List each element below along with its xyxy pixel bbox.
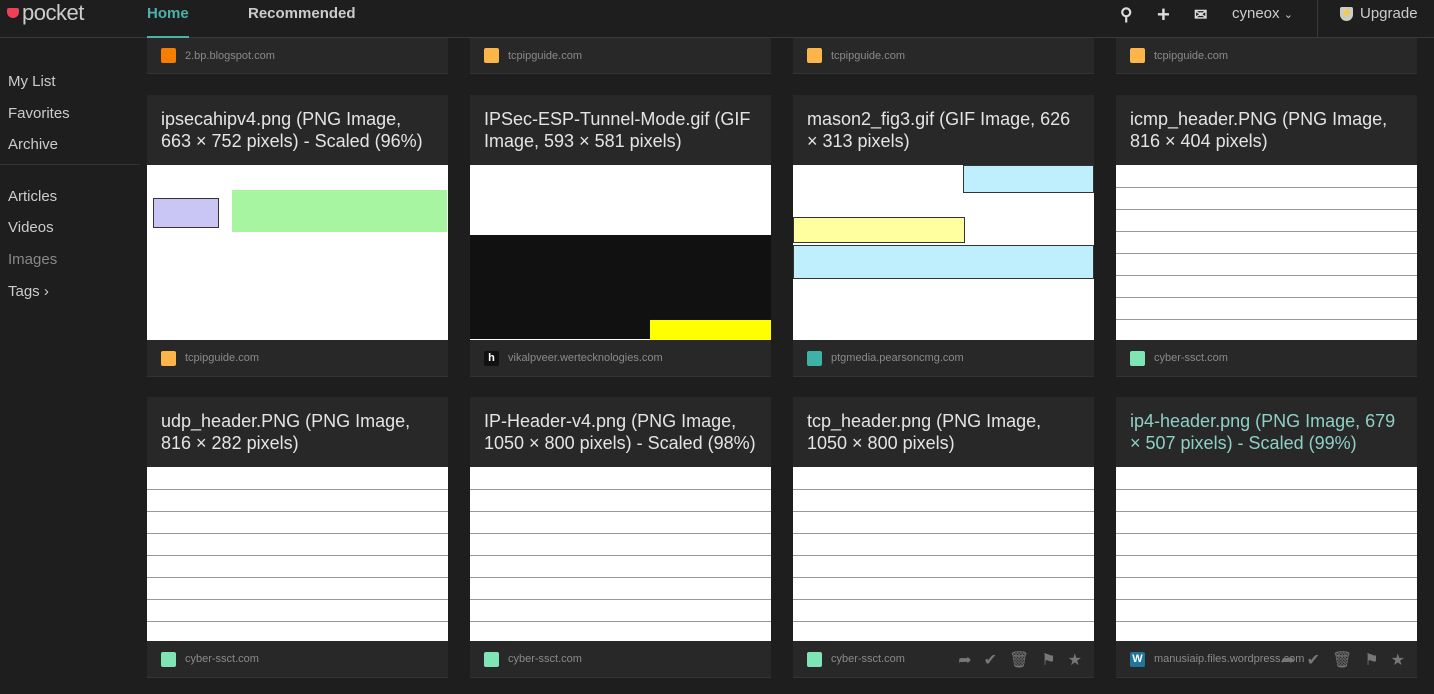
list-item[interactable]: tcpipguide.com xyxy=(470,38,771,74)
item-footer: cyber-ssct.com xyxy=(1116,340,1417,376)
item-thumbnail[interactable] xyxy=(147,467,448,641)
check-icon[interactable]: ✔ xyxy=(1307,650,1320,670)
sidebar-item-images[interactable]: Images xyxy=(8,251,57,268)
list-item[interactable]: udp_header.PNG (PNG Image, 816 × 282 pix… xyxy=(147,397,448,678)
item-source[interactable]: vikalpveer.wertecknologies.com xyxy=(508,352,663,364)
trash-icon[interactable]: 🗑 xyxy=(1009,650,1029,670)
item-thumbnail[interactable] xyxy=(470,165,771,340)
star-icon[interactable]: ★ xyxy=(1068,650,1082,670)
sidebar-item-my-list[interactable]: My List xyxy=(8,73,56,90)
pocket-logo[interactable]: pocket xyxy=(7,0,84,26)
item-title[interactable]: IPSec-ESP-Tunnel-Mode.gif (GIF Image, 59… xyxy=(470,95,771,165)
favicon-icon: h xyxy=(484,350,499,366)
tab-home[interactable]: Home xyxy=(147,0,189,38)
item-footer: tcpipguide.com xyxy=(147,340,448,376)
list-item[interactable]: IP-Header-v4.png (PNG Image, 1050 × 800 … xyxy=(470,397,771,678)
plus-icon[interactable]: + xyxy=(1157,2,1170,28)
item-thumbnail[interactable] xyxy=(793,467,1094,641)
pocket-icon xyxy=(7,8,19,18)
item-source[interactable]: ptgmedia.pearsoncmg.com xyxy=(831,352,964,364)
top-bar: pocket Home Recommended ⚲ + ✉ cyneox ⌄ ⚡… xyxy=(0,0,1434,38)
item-thumbnail[interactable] xyxy=(793,165,1094,340)
tag-icon[interactable]: ⚑ xyxy=(1041,650,1055,670)
favicon-icon xyxy=(1130,350,1145,366)
item-source[interactable]: tcpipguide.com xyxy=(508,50,582,62)
sidebar-item-favorites[interactable]: Favorites xyxy=(8,105,70,122)
trash-icon[interactable]: 🗑 xyxy=(1332,650,1352,670)
item-thumbnail[interactable] xyxy=(1116,467,1417,641)
item-footer: cyber-ssct.com xyxy=(147,641,448,677)
list-item[interactable]: icmp_header.PNG (PNG Image, 816 × 404 pi… xyxy=(1116,95,1417,377)
favicon-icon xyxy=(807,651,822,667)
favicon-icon xyxy=(1130,48,1145,63)
item-thumbnail[interactable] xyxy=(1116,165,1417,340)
item-footer: ptgmedia.pearsoncmg.com xyxy=(793,340,1094,376)
item-title[interactable]: tcp_header.png (PNG Image, 1050 × 800 pi… xyxy=(793,397,1094,467)
list-item[interactable]: ipsecahipv4.png (PNG Image, 663 × 752 pi… xyxy=(147,95,448,377)
list-item[interactable]: 2.bp.blogspot.com xyxy=(147,38,448,74)
tag-icon[interactable]: ⚑ xyxy=(1364,650,1378,670)
favicon-icon xyxy=(161,48,176,63)
item-source[interactable]: cyber-ssct.com xyxy=(1154,352,1228,364)
item-thumbnail[interactable] xyxy=(470,467,771,641)
item-footer: h vikalpveer.wertecknologies.com xyxy=(470,340,771,376)
share-icon[interactable]: ➦ xyxy=(1281,650,1294,670)
item-source[interactable]: 2.bp.blogspot.com xyxy=(185,50,275,62)
upgrade-button[interactable]: ⚡ Upgrade xyxy=(1340,5,1418,22)
divider xyxy=(1317,0,1318,38)
item-source[interactable]: cyber-ssct.com xyxy=(831,653,905,665)
sidebar-item-tags[interactable]: Tags › xyxy=(8,283,49,300)
item-footer: Wmanusiaip.files.wordpress.com ➦ ✔ 🗑 ⚑ ★ xyxy=(1116,641,1417,677)
item-source[interactable]: tcpipguide.com xyxy=(831,50,905,62)
favicon-icon xyxy=(484,651,499,667)
share-icon[interactable]: ➦ xyxy=(958,650,971,670)
favicon-icon xyxy=(807,48,822,63)
favicon-icon xyxy=(161,651,176,667)
sidebar-divider xyxy=(0,164,140,165)
item-footer: cyber-ssct.com xyxy=(470,641,771,677)
item-source[interactable]: tcpipguide.com xyxy=(185,352,259,364)
mail-icon[interactable]: ✉ xyxy=(1194,5,1207,25)
list-item[interactable]: tcpipguide.com xyxy=(793,38,1094,74)
favicon-icon xyxy=(484,48,499,63)
item-title[interactable]: IP-Header-v4.png (PNG Image, 1050 × 800 … xyxy=(470,397,771,467)
item-source[interactable]: cyber-ssct.com xyxy=(508,653,582,665)
check-icon[interactable]: ✔ xyxy=(984,650,997,670)
item-title[interactable]: ipsecahipv4.png (PNG Image, 663 × 752 pi… xyxy=(147,95,448,165)
item-title[interactable]: icmp_header.PNG (PNG Image, 816 × 404 pi… xyxy=(1116,95,1417,165)
chevron-down-icon: ⌄ xyxy=(1283,9,1293,21)
item-thumbnail[interactable] xyxy=(147,165,448,340)
list-item[interactable]: mason2_fig3.gif (GIF Image, 626 × 313 pi… xyxy=(793,95,1094,377)
sidebar-item-articles[interactable]: Articles xyxy=(8,188,57,205)
list-item[interactable]: tcp_header.png (PNG Image, 1050 × 800 pi… xyxy=(793,397,1094,678)
item-title[interactable]: udp_header.PNG (PNG Image, 816 × 282 pix… xyxy=(147,397,448,467)
chevron-right-icon: › xyxy=(43,283,49,300)
favicon-icon xyxy=(807,350,822,366)
shield-icon: ⚡ xyxy=(1340,6,1353,21)
item-source[interactable]: cyber-ssct.com xyxy=(185,653,259,665)
list-item[interactable]: tcpipguide.com xyxy=(1116,38,1417,74)
item-footer: tcpipguide.com xyxy=(470,38,771,73)
item-footer: 2.bp.blogspot.com xyxy=(147,38,448,73)
item-title[interactable]: mason2_fig3.gif (GIF Image, 626 × 313 pi… xyxy=(793,95,1094,165)
star-icon[interactable]: ★ xyxy=(1391,650,1405,670)
sidebar-item-videos[interactable]: Videos xyxy=(8,219,54,236)
item-footer: tcpipguide.com xyxy=(1116,38,1417,73)
item-actions: ➦ ✔ 🗑 ⚑ ★ xyxy=(1281,650,1405,670)
list-item[interactable]: IPSec-ESP-Tunnel-Mode.gif (GIF Image, 59… xyxy=(470,95,771,377)
favicon-icon xyxy=(161,350,176,366)
item-actions: ➦ ✔ 🗑 ⚑ ★ xyxy=(958,650,1082,670)
item-source[interactable]: tcpipguide.com xyxy=(1154,50,1228,62)
search-icon[interactable]: ⚲ xyxy=(1120,5,1132,25)
item-footer: cyber-ssct.com ➦ ✔ 🗑 ⚑ ★ xyxy=(793,641,1094,677)
item-footer: tcpipguide.com xyxy=(793,38,1094,73)
item-title[interactable]: ip4-header.png (PNG Image, 679 × 507 pix… xyxy=(1116,397,1417,467)
sidebar-item-archive[interactable]: Archive xyxy=(8,136,58,153)
list-item[interactable]: ip4-header.png (PNG Image, 679 × 507 pix… xyxy=(1116,397,1417,678)
favicon-icon: W xyxy=(1130,651,1145,667)
tab-recommended[interactable]: Recommended xyxy=(248,0,356,38)
user-menu[interactable]: cyneox ⌄ xyxy=(1232,5,1293,22)
